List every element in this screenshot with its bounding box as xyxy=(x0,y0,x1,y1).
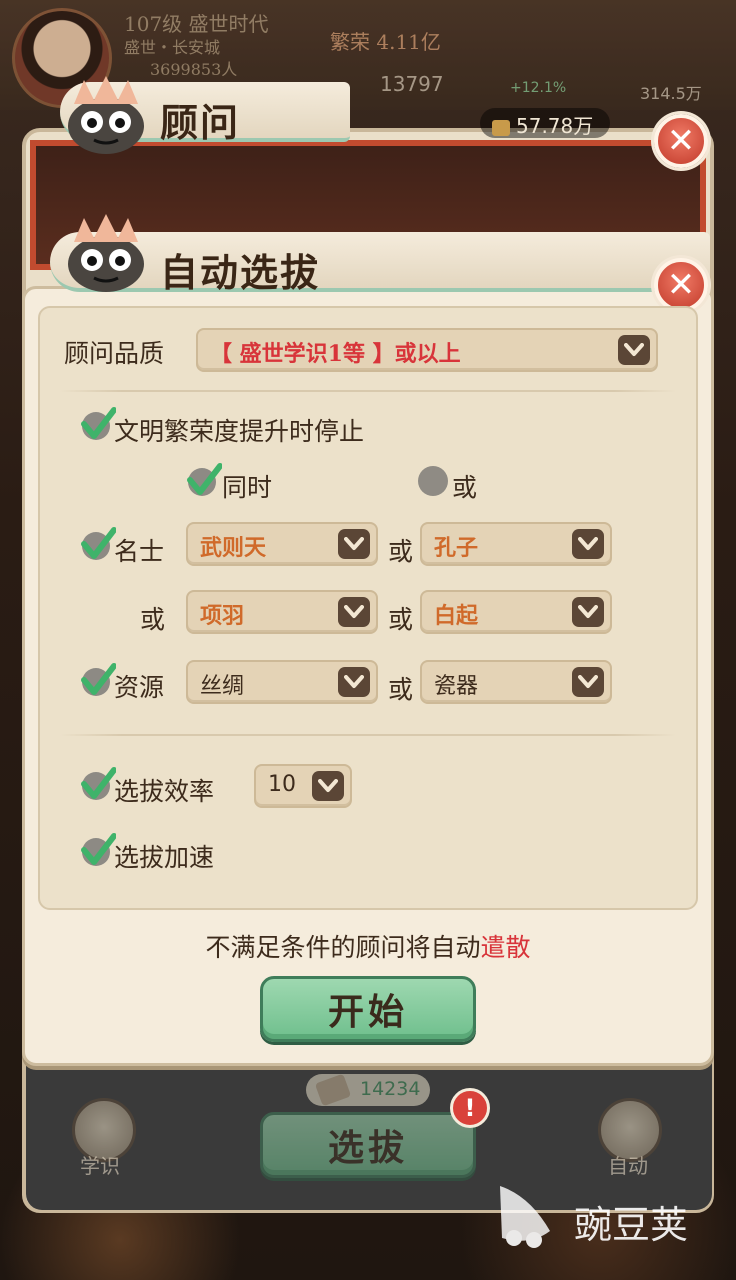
server-line: 盛世・长安城 xyxy=(124,38,221,57)
mode-or-label: 或 xyxy=(452,473,478,502)
select-label: 选拔 xyxy=(327,1127,408,1169)
famous-select-2[interactable]: 孔子 xyxy=(420,522,612,566)
level-title: 107级 盛世时代 xyxy=(124,12,269,36)
speedup-checkbox[interactable] xyxy=(80,832,116,868)
select-button[interactable]: 选拔 xyxy=(260,1112,476,1178)
watermark-text: 豌豆荚 xyxy=(574,1203,689,1247)
start-button[interactable]: 开始 xyxy=(260,976,476,1042)
close-icon: ✕ xyxy=(666,121,696,161)
dialog-close-button[interactable]: ✕ xyxy=(654,258,708,312)
dismiss-note: 不满足条件的顾问将自动遣散 xyxy=(0,928,736,964)
famous-value-4: 白起 xyxy=(434,603,479,629)
gold-value: 57.78万 xyxy=(516,114,594,138)
checkmark-icon xyxy=(81,767,116,799)
efficiency-label: 选拔效率 xyxy=(114,777,215,806)
stat-a: 13797 xyxy=(380,72,444,96)
chevron-down-icon xyxy=(572,667,604,697)
or-text: 或 xyxy=(388,605,414,634)
efficiency-select[interactable]: 10 xyxy=(254,764,352,808)
wealth-text: 繁荣 4.11亿 xyxy=(330,30,441,54)
knowledge-label: 学识 xyxy=(80,1154,120,1178)
stat-c: 314.5万 xyxy=(640,84,702,103)
mode-same-label: 同时 xyxy=(222,473,273,502)
chevron-down-icon xyxy=(312,771,344,801)
resource-value-2: 瓷器 xyxy=(434,674,479,699)
divider xyxy=(60,390,676,392)
bean-logo-icon xyxy=(500,1186,550,1248)
advisor-title: 顾问 xyxy=(160,100,241,145)
auto-label: 自动 xyxy=(608,1154,648,1178)
checkmark-icon xyxy=(81,663,116,695)
alert-badge: ! xyxy=(450,1088,490,1128)
resource-select-2[interactable]: 瓷器 xyxy=(420,660,612,704)
speedup-label: 选拔加速 xyxy=(114,843,215,872)
quality-label: 顾问品质 xyxy=(64,339,165,368)
checkmark-icon xyxy=(81,833,116,865)
famous-select-1[interactable]: 武则天 xyxy=(186,522,378,566)
or-text: 或 xyxy=(140,605,166,634)
gold-pill: 57.78万 xyxy=(480,108,610,138)
stop-label: 文明繁荣度提升时停止 xyxy=(114,417,365,446)
resource-checkbox[interactable] xyxy=(80,662,116,698)
chevron-down-icon xyxy=(572,597,604,627)
efficiency-checkbox[interactable] xyxy=(80,766,116,802)
famous-checkbox[interactable] xyxy=(80,526,116,562)
exclamation-icon: ! xyxy=(464,1094,476,1122)
note-text: 不满足条件的顾问将自动 xyxy=(205,933,481,962)
checkmark-icon xyxy=(81,527,116,559)
checkmark-icon xyxy=(187,463,222,495)
dragon-mascot-icon xyxy=(68,214,144,292)
note-warn-text: 遣散 xyxy=(480,933,531,962)
quality-value: 【 盛世学识1等 】或以上 xyxy=(210,341,461,367)
dragon-mascot-icon xyxy=(68,76,144,154)
famous-select-4[interactable]: 白起 xyxy=(420,590,612,634)
start-label: 开始 xyxy=(327,991,408,1033)
famous-label: 名士 xyxy=(114,537,165,566)
mode-same-radio[interactable] xyxy=(186,462,222,498)
population-text: 3699853人 xyxy=(150,60,238,79)
advisor-close-button[interactable]: ✕ xyxy=(654,114,708,168)
stat-b: +12.1% xyxy=(510,80,567,96)
famous-value-2: 孔子 xyxy=(434,535,479,561)
chevron-down-icon xyxy=(338,667,370,697)
divider xyxy=(60,734,676,736)
famous-value-1: 武则天 xyxy=(200,535,267,561)
stop-checkbox[interactable] xyxy=(80,406,116,442)
resource-value-1: 丝绸 xyxy=(200,674,245,699)
chevron-down-icon xyxy=(338,597,370,627)
gold-icon xyxy=(492,119,510,136)
checkmark-icon xyxy=(81,407,116,439)
quality-select[interactable]: 【 盛世学识1等 】或以上 xyxy=(196,328,658,372)
chevron-down-icon xyxy=(618,335,650,365)
resource-label: 资源 xyxy=(114,673,165,702)
chevron-down-icon xyxy=(338,529,370,559)
efficiency-value: 10 xyxy=(268,772,296,797)
chevron-down-icon xyxy=(572,529,604,559)
close-icon: ✕ xyxy=(666,265,696,305)
resource-select-1[interactable]: 丝绸 xyxy=(186,660,378,704)
or-text: 或 xyxy=(388,675,414,704)
scroll-count: 14234 xyxy=(360,1078,421,1100)
watermark: 豌豆荚 xyxy=(490,1176,730,1256)
or-text: 或 xyxy=(388,537,414,566)
famous-select-3[interactable]: 项羽 xyxy=(186,590,378,634)
famous-value-3: 项羽 xyxy=(200,603,245,629)
mode-or-radio[interactable] xyxy=(418,466,448,496)
dialog-title: 自动选拔 xyxy=(160,250,321,295)
